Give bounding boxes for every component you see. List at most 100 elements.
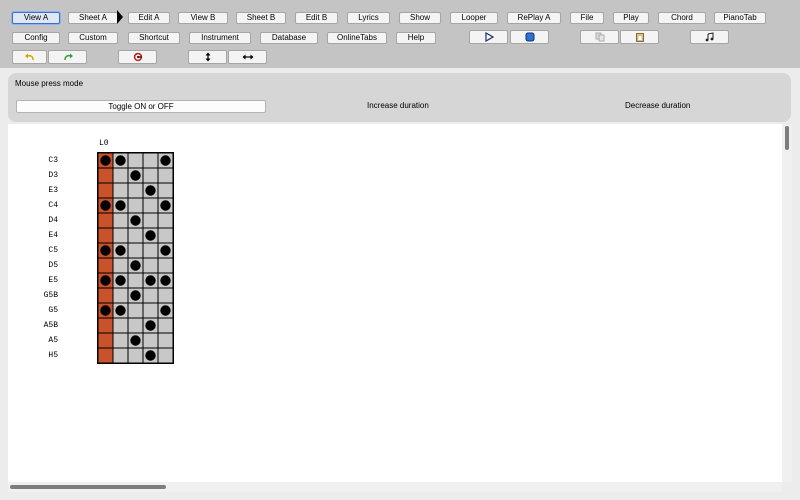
grid-cell[interactable] — [98, 288, 113, 303]
grid-cell[interactable] — [128, 243, 143, 258]
note-dot[interactable] — [100, 245, 111, 256]
grid-cell[interactable] — [158, 348, 173, 363]
grid-cell[interactable] — [113, 183, 128, 198]
pianotab-button[interactable]: PianoTab — [714, 12, 766, 24]
grid-cell[interactable] — [158, 333, 173, 348]
note-dot[interactable] — [130, 290, 141, 301]
grid-cell[interactable] — [143, 258, 158, 273]
grid-cell[interactable] — [158, 183, 173, 198]
grid-cell[interactable] — [113, 288, 128, 303]
grid-cell[interactable] — [158, 213, 173, 228]
sheet-a-button[interactable]: Sheet A — [68, 12, 118, 24]
decrease-duration-option[interactable]: Decrease duration — [625, 101, 690, 110]
grid-cell[interactable] — [158, 258, 173, 273]
database-button[interactable]: Database — [260, 32, 318, 44]
edit-a-button[interactable]: Edit A — [128, 12, 170, 24]
horizontal-scroll-thumb[interactable] — [10, 485, 166, 489]
grid-cell[interactable] — [128, 348, 143, 363]
grid-cell[interactable] — [158, 288, 173, 303]
stop-button[interactable] — [510, 30, 549, 44]
note-dot[interactable] — [130, 170, 141, 181]
note-dot[interactable] — [145, 185, 156, 196]
horizontal-resize-button[interactable] — [228, 50, 267, 64]
grid-cell[interactable] — [143, 153, 158, 168]
show-button[interactable]: Show — [399, 12, 441, 24]
config-button[interactable]: Config — [12, 32, 60, 44]
grid-cell[interactable] — [143, 288, 158, 303]
grid-cell[interactable] — [143, 333, 158, 348]
note-dot[interactable] — [115, 200, 126, 211]
note-dot[interactable] — [160, 275, 171, 286]
note-dot[interactable] — [100, 200, 111, 211]
grid-cell[interactable] — [128, 273, 143, 288]
grid-cell[interactable] — [128, 228, 143, 243]
play-button[interactable]: Play — [613, 12, 649, 24]
copy-button[interactable] — [580, 30, 619, 44]
grid-cell[interactable] — [98, 213, 113, 228]
grid-cell[interactable] — [143, 168, 158, 183]
lyrics-button[interactable]: Lyrics — [347, 12, 390, 24]
grid-cell[interactable] — [98, 228, 113, 243]
paste-button[interactable] — [620, 30, 659, 44]
grid-cell[interactable] — [98, 168, 113, 183]
replay-a-button[interactable]: RePlay A — [507, 12, 561, 24]
help-button[interactable]: Help — [396, 32, 436, 44]
note-dot[interactable] — [160, 305, 171, 316]
grid-cell[interactable] — [143, 198, 158, 213]
grid-cell[interactable] — [128, 318, 143, 333]
grid-cell[interactable] — [158, 318, 173, 333]
refresh-button[interactable] — [118, 50, 157, 64]
note-dot[interactable] — [115, 305, 126, 316]
note-dot[interactable] — [130, 215, 141, 226]
custom-button[interactable]: Custom — [68, 32, 118, 44]
grid-cell[interactable] — [98, 318, 113, 333]
note-dot[interactable] — [100, 155, 111, 166]
sequencer-canvas[interactable]: L0 C3 D3 E3 C4 D4 E4 C5 D5 E5 G5B G5 A5B A5 H5 — [8, 124, 782, 482]
note-dot[interactable] — [115, 155, 126, 166]
note-dot[interactable] — [145, 230, 156, 241]
grid-cell[interactable] — [128, 303, 143, 318]
toggle-on-off-button[interactable]: Toggle ON or OFF — [16, 100, 266, 113]
grid-cell[interactable] — [113, 213, 128, 228]
grid-cell[interactable] — [113, 258, 128, 273]
note-dot[interactable] — [160, 245, 171, 256]
grid-cell[interactable] — [98, 183, 113, 198]
step-grid[interactable] — [96, 151, 176, 365]
increase-duration-option[interactable]: Increase duration — [367, 101, 429, 110]
note-dot[interactable] — [145, 320, 156, 331]
note-dot[interactable] — [160, 200, 171, 211]
undo-button[interactable] — [12, 50, 47, 64]
chord-button[interactable]: Chord — [658, 12, 706, 24]
grid-cell[interactable] — [98, 333, 113, 348]
grid-cell[interactable] — [143, 243, 158, 258]
grid-cell[interactable] — [113, 333, 128, 348]
note-dot[interactable] — [100, 275, 111, 286]
view-b-button[interactable]: View B — [178, 12, 228, 24]
note-dot[interactable] — [130, 335, 141, 346]
note-dot[interactable] — [115, 275, 126, 286]
redo-button[interactable] — [48, 50, 87, 64]
grid-cell[interactable] — [113, 348, 128, 363]
grid-cell[interactable] — [128, 183, 143, 198]
grid-cell[interactable] — [98, 258, 113, 273]
note-dot[interactable] — [145, 350, 156, 361]
grid-cell[interactable] — [113, 318, 128, 333]
instrument-button[interactable]: Instrument — [189, 32, 251, 44]
view-a-button[interactable]: View A — [12, 12, 60, 24]
grid-cell[interactable] — [158, 168, 173, 183]
grid-cell[interactable] — [113, 168, 128, 183]
notes-button[interactable] — [690, 30, 729, 44]
edit-b-button[interactable]: Edit B — [295, 12, 338, 24]
file-button[interactable]: File — [570, 12, 604, 24]
grid-cell[interactable] — [113, 228, 128, 243]
note-dot[interactable] — [145, 275, 156, 286]
note-dot[interactable] — [115, 245, 126, 256]
grid-cell[interactable] — [128, 153, 143, 168]
grid-cell[interactable] — [143, 213, 158, 228]
grid-cell[interactable] — [98, 348, 113, 363]
shortcut-button[interactable]: Shortcut — [128, 32, 180, 44]
note-dot[interactable] — [160, 155, 171, 166]
grid-cell[interactable] — [158, 228, 173, 243]
grid-cell[interactable] — [128, 198, 143, 213]
horizontal-scrollbar[interactable] — [8, 482, 782, 492]
